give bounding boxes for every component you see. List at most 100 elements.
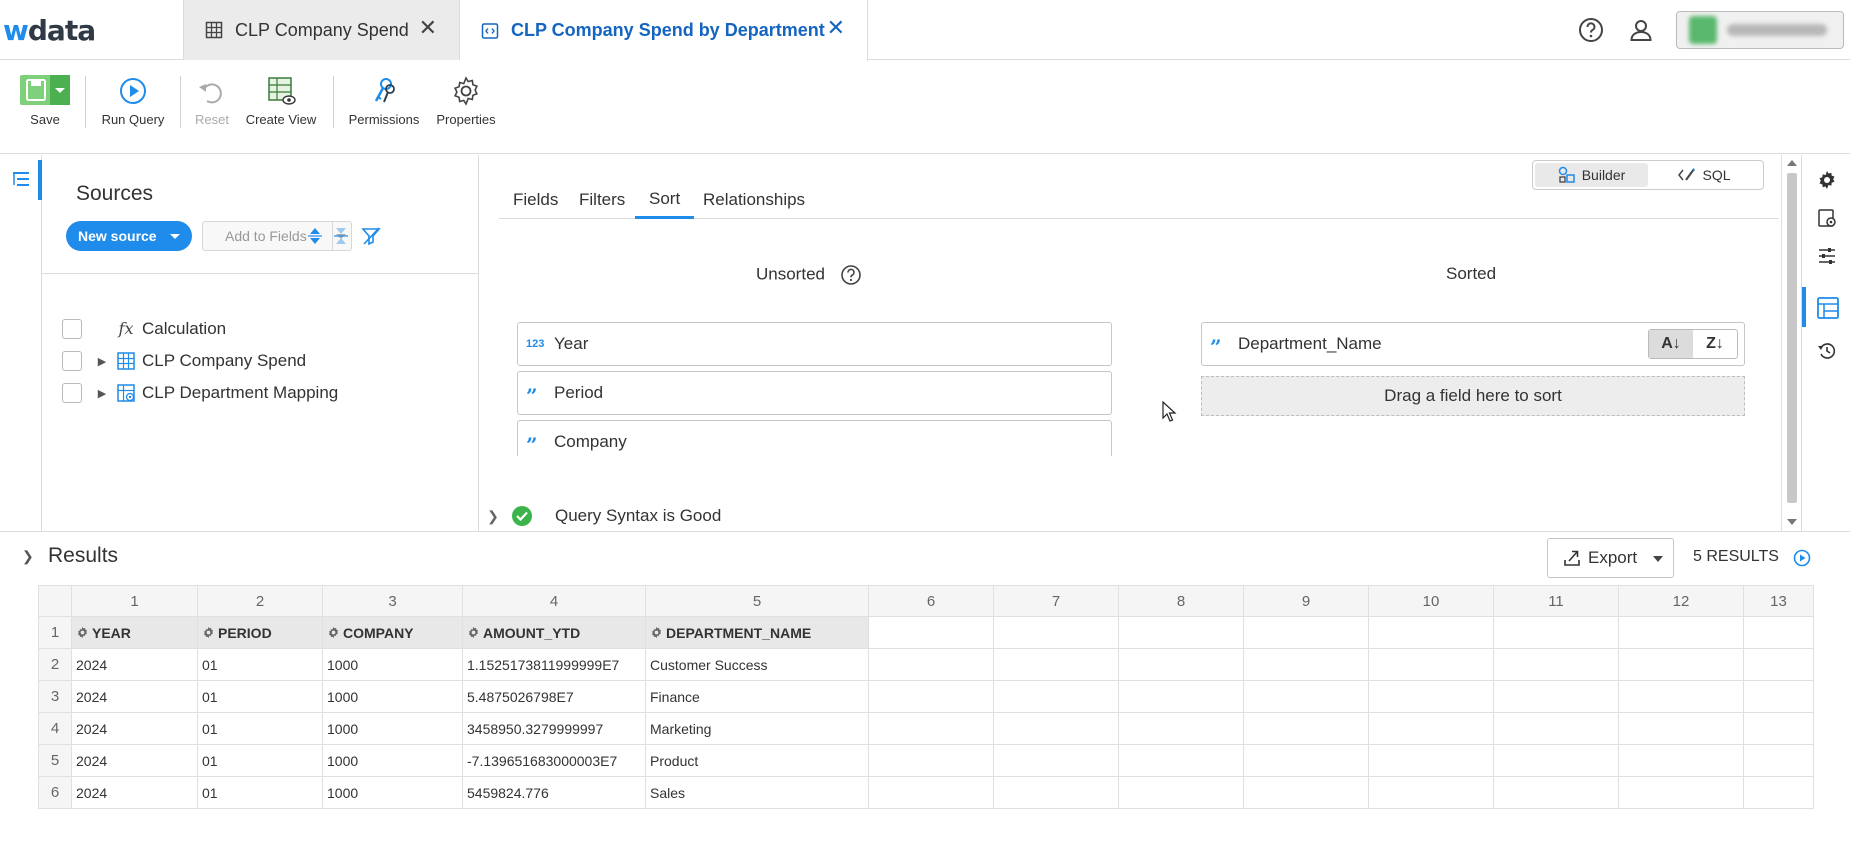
column-number-header[interactable]: 1: [71, 585, 198, 617]
empty-cell[interactable]: [1743, 616, 1814, 649]
empty-cell[interactable]: [868, 744, 994, 777]
empty-cell[interactable]: [1618, 712, 1744, 745]
table-cell[interactable]: -7.139651683000003E7: [462, 744, 646, 777]
table-cell[interactable]: 3458950.3279999997: [462, 712, 646, 745]
empty-cell[interactable]: [1493, 776, 1619, 809]
table-layout-icon[interactable]: [1816, 296, 1840, 320]
column-number-header[interactable]: 4: [462, 585, 646, 617]
new-source-button[interactable]: New source: [66, 221, 192, 251]
empty-cell[interactable]: [993, 712, 1119, 745]
empty-cell[interactable]: [1618, 744, 1744, 777]
tree-list-icon[interactable]: [10, 169, 32, 191]
empty-cell[interactable]: [1368, 616, 1494, 649]
unsorted-field-year[interactable]: 123 Year: [517, 322, 1112, 366]
column-number-header[interactable]: 9: [1243, 585, 1369, 617]
empty-cell[interactable]: [1618, 680, 1744, 713]
row-number[interactable]: 2: [38, 648, 72, 681]
sorted-field-department-name[interactable]: ” Department_Name A↓ Z↓: [1201, 322, 1745, 366]
tab-clp-company-spend[interactable]: CLP Company Spend ✕: [183, 0, 460, 60]
column-number-header[interactable]: 10: [1368, 585, 1494, 617]
empty-cell[interactable]: [1243, 616, 1369, 649]
row-number[interactable]: 4: [38, 712, 72, 745]
empty-cell[interactable]: [1118, 616, 1244, 649]
tab-filters[interactable]: Filters: [565, 181, 639, 219]
empty-cell[interactable]: [1118, 712, 1244, 745]
column-header[interactable]: AMOUNT_YTD: [462, 616, 646, 649]
empty-cell[interactable]: [1493, 616, 1619, 649]
empty-cell[interactable]: [1243, 744, 1369, 777]
empty-cell[interactable]: [1618, 648, 1744, 681]
table-cell[interactable]: Customer Success: [645, 648, 869, 681]
column-number-header[interactable]: 7: [993, 585, 1119, 617]
scrollbar-thumb[interactable]: [1787, 173, 1797, 503]
tree-item-clp-department-mapping[interactable]: ▶ CLP Department Mapping: [62, 379, 338, 407]
chevron-down-icon[interactable]: ❯: [22, 548, 34, 565]
sliders-icon[interactable]: [1816, 245, 1838, 267]
table-cell[interactable]: Marketing: [645, 712, 869, 745]
empty-cell[interactable]: [1743, 776, 1814, 809]
gear-icon[interactable]: [76, 626, 89, 639]
empty-cell[interactable]: [868, 648, 994, 681]
empty-cell[interactable]: [868, 616, 994, 649]
close-icon[interactable]: ✕: [827, 17, 845, 39]
table-cell[interactable]: 01: [197, 648, 323, 681]
checkbox[interactable]: [62, 383, 82, 403]
empty-cell[interactable]: [1243, 712, 1369, 745]
empty-cell[interactable]: [1493, 680, 1619, 713]
user-account-chip[interactable]: [1676, 11, 1844, 49]
user-icon[interactable]: [1628, 17, 1654, 43]
table-cell[interactable]: 1000: [322, 712, 463, 745]
tree-item-clp-company-spend[interactable]: ▶ CLP Company Spend: [62, 347, 306, 375]
table-cell[interactable]: 1000: [322, 680, 463, 713]
empty-cell[interactable]: [1118, 744, 1244, 777]
empty-cell[interactable]: [993, 744, 1119, 777]
empty-cell[interactable]: [1743, 680, 1814, 713]
table-cell[interactable]: 01: [197, 744, 323, 777]
table-cell[interactable]: 5.4875026798E7: [462, 680, 646, 713]
row-number[interactable]: 6: [38, 776, 72, 809]
play-icon[interactable]: [1793, 549, 1811, 567]
scroll-down-icon[interactable]: [1787, 519, 1797, 525]
empty-cell[interactable]: [993, 616, 1119, 649]
row-number[interactable]: 5: [38, 744, 72, 777]
gear-icon[interactable]: [650, 626, 663, 639]
clear-filter-icon[interactable]: [360, 225, 382, 247]
tab-relationships[interactable]: Relationships: [689, 181, 819, 219]
create-view-button[interactable]: Create View: [243, 61, 319, 127]
history-icon[interactable]: [1816, 340, 1838, 362]
table-cell[interactable]: Finance: [645, 680, 869, 713]
empty-cell[interactable]: [1243, 776, 1369, 809]
run-query-button[interactable]: Run Query: [100, 61, 166, 127]
empty-cell[interactable]: [1118, 680, 1244, 713]
chevron-down-icon[interactable]: [170, 234, 180, 239]
table-cell[interactable]: 01: [197, 680, 323, 713]
properties-button[interactable]: Properties: [433, 61, 499, 127]
tree-item-calculation[interactable]: fx Calculation: [62, 315, 226, 343]
gear-icon[interactable]: [1816, 169, 1838, 191]
empty-cell[interactable]: [1368, 648, 1494, 681]
empty-cell[interactable]: [1118, 648, 1244, 681]
table-cell[interactable]: 2024: [71, 648, 198, 681]
reset-button[interactable]: Reset: [192, 61, 232, 127]
empty-cell[interactable]: [1118, 776, 1244, 809]
column-header[interactable]: YEAR: [71, 616, 198, 649]
table-cell[interactable]: Sales: [645, 776, 869, 809]
builder-scrollbar[interactable]: [1781, 155, 1801, 531]
column-number-header[interactable]: 8: [1118, 585, 1244, 617]
empty-cell[interactable]: [868, 712, 994, 745]
column-number-header[interactable]: 12: [1618, 585, 1744, 617]
empty-cell[interactable]: [1743, 648, 1814, 681]
column-number-header[interactable]: 6: [868, 585, 994, 617]
empty-cell[interactable]: [1618, 776, 1744, 809]
sort-ascending-button[interactable]: A↓: [1649, 330, 1693, 358]
chevron-right-icon[interactable]: ▶: [96, 355, 108, 368]
gear-icon[interactable]: [202, 626, 215, 639]
empty-cell[interactable]: [1368, 712, 1494, 745]
column-number-header[interactable]: 11: [1493, 585, 1619, 617]
table-cell[interactable]: 1000: [322, 776, 463, 809]
table-cell[interactable]: 1000: [322, 648, 463, 681]
table-cell[interactable]: 01: [197, 776, 323, 809]
empty-cell[interactable]: [1368, 680, 1494, 713]
checkbox[interactable]: [62, 319, 82, 339]
help-icon[interactable]: [840, 264, 862, 286]
